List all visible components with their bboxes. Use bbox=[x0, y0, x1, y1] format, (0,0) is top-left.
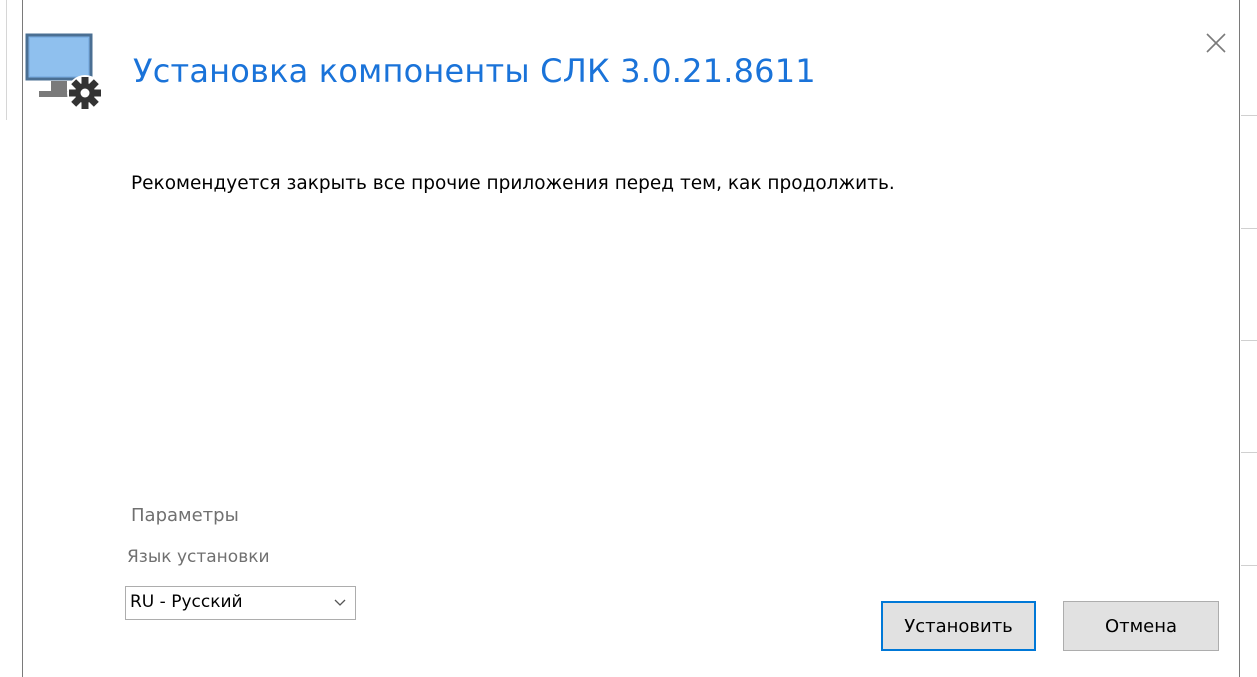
dialog-title: Установка компоненты СЛК 3.0.21.8611 bbox=[133, 52, 816, 90]
background-window-edge bbox=[6, 0, 7, 120]
background-window-strip bbox=[1241, 0, 1257, 677]
close-icon bbox=[1206, 33, 1226, 53]
parameters-heading: Параметры bbox=[131, 505, 239, 526]
close-button[interactable] bbox=[1199, 26, 1233, 60]
monitor-gear-icon bbox=[25, 33, 107, 115]
install-language-select[interactable]: RU - Русский bbox=[125, 586, 356, 620]
background-row-divider bbox=[1241, 115, 1257, 116]
install-button[interactable]: Установить bbox=[881, 601, 1036, 651]
background-row-divider bbox=[1241, 452, 1257, 453]
install-language-label: Язык установки bbox=[127, 547, 270, 567]
cancel-button[interactable]: Отмена bbox=[1063, 601, 1219, 651]
chevron-down-icon bbox=[334, 599, 346, 606]
background-row-divider bbox=[1241, 228, 1257, 229]
background-row-divider bbox=[1241, 565, 1257, 566]
recommendation-message: Рекомендуется закрыть все прочие приложе… bbox=[131, 173, 895, 194]
screen: Установка компоненты СЛК 3.0.21.8611 Рек… bbox=[0, 0, 1257, 677]
background-row-divider bbox=[1241, 340, 1257, 341]
installer-dialog: Установка компоненты СЛК 3.0.21.8611 Рек… bbox=[22, 0, 1240, 677]
install-language-value: RU - Русский bbox=[130, 592, 243, 612]
